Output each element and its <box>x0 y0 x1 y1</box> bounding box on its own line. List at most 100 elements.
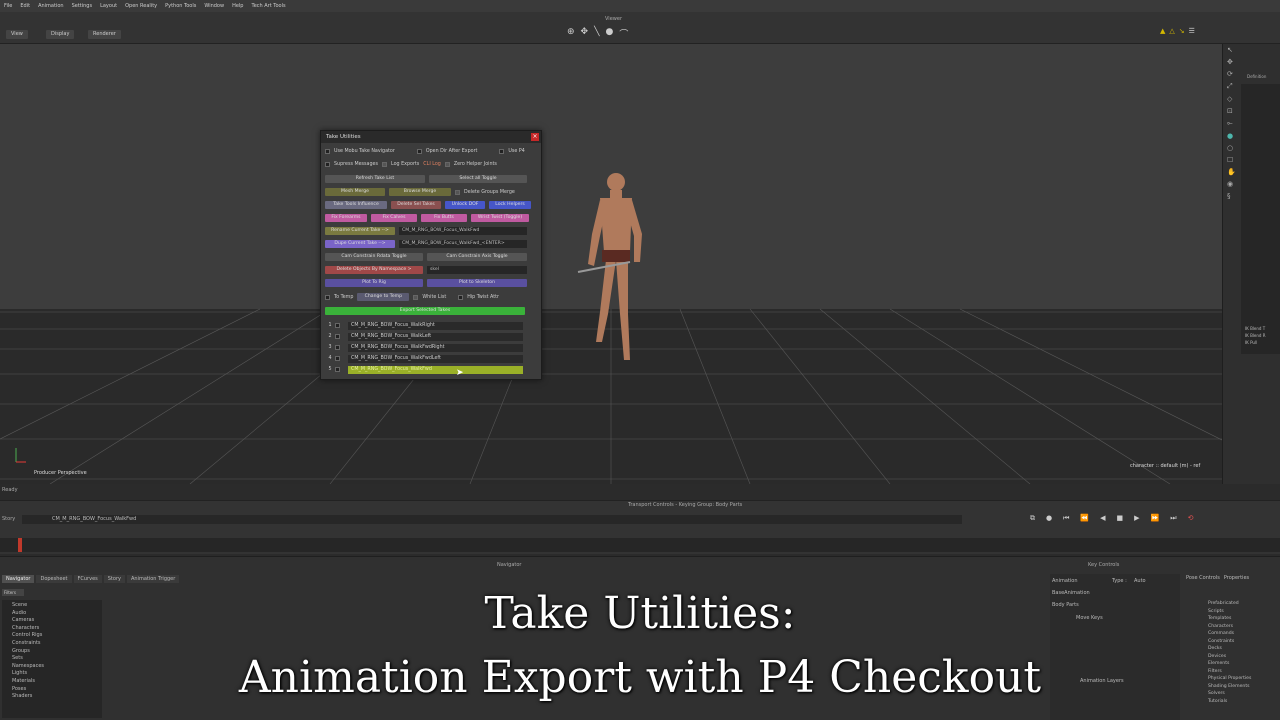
rotate-tool-icon[interactable]: ⊕ <box>567 27 575 40</box>
prev-frame-icon[interactable]: ◀ <box>1100 514 1105 523</box>
mesh-merge-button[interactable]: Mesh Merge <box>325 188 385 196</box>
hand-icon[interactable]: ✋ <box>1227 168 1236 176</box>
take-row[interactable]: 4 CM_M_RNG_BOW_Focus_WalkFwdLeft <box>325 353 539 364</box>
wrist-twist-toggle-button[interactable]: Wrist Twist (Toggle) <box>471 214 529 222</box>
use-p4-checkbox[interactable] <box>499 149 505 154</box>
loop-toggle-icon[interactable]: ⟲ <box>1188 514 1194 523</box>
take-name[interactable]: CM_M_RNG_BOW_Focus_WalkFwdLeft <box>348 354 523 363</box>
rename-take-field[interactable]: CM_M_RNG_BOW_Focus_WalkFwd <box>399 227 527 235</box>
prev-key-icon[interactable]: ⏪ <box>1080 514 1089 523</box>
delete-groups-checkbox[interactable] <box>455 189 460 195</box>
fix-butts-button[interactable]: Fix Butts <box>421 214 467 222</box>
take-name[interactable]: CM_M_RNG_BOW_Focus_WalkRight <box>348 321 523 330</box>
take-checkbox[interactable] <box>335 334 340 339</box>
3d-viewport[interactable]: Producer Perspective character :: defaul… <box>0 44 1222 484</box>
pivot-icon[interactable]: ◇ <box>1227 95 1236 103</box>
move-icon[interactable]: ✥ <box>1227 58 1236 66</box>
take-row[interactable]: 2 CM_M_RNG_BOW_Focus_WalkLeft <box>325 331 539 342</box>
rename-take-button[interactable]: Rename Current Take --> <box>325 227 395 235</box>
scale-icon[interactable]: ⤢ <box>1227 82 1236 91</box>
timeline-cursor[interactable] <box>18 538 22 552</box>
rotate-icon[interactable]: ⟳ <box>1227 70 1236 78</box>
take-checkbox[interactable] <box>335 323 340 328</box>
triangle-icon-2[interactable]: △ <box>1169 27 1174 35</box>
triangle-icon[interactable]: ▲ <box>1160 27 1165 35</box>
menu-python-tools[interactable]: Python Tools <box>165 0 196 12</box>
tab-pose-controls[interactable]: Pose Controls <box>1186 575 1220 581</box>
timeline-slider[interactable] <box>0 538 1280 552</box>
menu-edit[interactable]: Edit <box>20 0 30 12</box>
foot-icon[interactable]: ◉ <box>1227 180 1236 188</box>
renderer-button[interactable]: Renderer <box>88 30 121 39</box>
to-temp-checkbox[interactable] <box>325 294 330 300</box>
take-checkbox[interactable] <box>335 367 340 372</box>
menu-file[interactable]: File <box>4 0 12 12</box>
suppress-checkbox[interactable] <box>325 162 330 167</box>
log-exports-checkbox[interactable] <box>382 162 387 167</box>
effector-icon[interactable]: ○ <box>1227 144 1236 152</box>
next-key-icon[interactable]: ⏩ <box>1151 514 1160 523</box>
take-checkbox[interactable] <box>335 356 340 361</box>
select-icon[interactable]: ↖ <box>1227 46 1236 54</box>
hip-twist-checkbox[interactable] <box>458 294 464 300</box>
arrow-icon[interactable]: ↘ <box>1179 27 1185 35</box>
use-mobu-checkbox[interactable] <box>325 149 330 154</box>
menu-help[interactable]: Help <box>232 0 243 12</box>
menu-icon[interactable]: ☰ <box>1189 27 1195 35</box>
take-tools-influence-button[interactable]: Take Tools Influence <box>325 201 387 209</box>
character-controls-view[interactable] <box>1241 84 1280 354</box>
menu-open-reality[interactable]: Open Reality <box>125 0 157 12</box>
body-icon[interactable]: ☐ <box>1227 156 1236 164</box>
definition-tab[interactable]: Definition <box>1247 74 1266 79</box>
character-model[interactable] <box>572 164 652 374</box>
point-tool-icon[interactable]: ● <box>606 27 614 40</box>
lock-helpers-button[interactable]: Lock Helpers <box>489 201 531 209</box>
menu-settings[interactable]: Settings <box>72 0 93 12</box>
take-name[interactable]: CM_M_RNG_BOW_Focus_WalkFwd <box>348 365 523 374</box>
current-take-field[interactable]: CM_M_RNG_BOW_Focus_WalkFwd <box>22 515 962 524</box>
change-to-temp-button[interactable]: Change to Temp <box>357 293 410 301</box>
head-icon[interactable]: ● <box>1227 132 1236 140</box>
take-row[interactable]: 1 CM_M_RNG_BOW_Focus_WalkRight <box>325 320 539 331</box>
select-all-toggle-button[interactable]: Select all Toggle <box>429 175 527 183</box>
namespace-field[interactable]: skel <box>427 266 527 274</box>
take-checkbox[interactable] <box>335 345 340 350</box>
display-button[interactable]: Display <box>46 30 75 39</box>
zero-helper-checkbox[interactable] <box>444 162 450 167</box>
fix-calves-button[interactable]: Fix Calves <box>371 214 417 222</box>
dupe-take-field[interactable]: CM_M_RNG_BOW_Focus_WalkFwd_<ENTER> <box>399 240 527 248</box>
white-list-checkbox[interactable] <box>413 294 419 300</box>
menu-animation[interactable]: Animation <box>38 0 64 12</box>
plot-to-skeleton-button[interactable]: Plot to Skeleton <box>427 279 527 287</box>
cam-constrain-axis-button[interactable]: Cam Constrain Axis Toggle <box>427 253 527 261</box>
delete-objects-namespace-button[interactable]: Delete Objects By Namespace > <box>325 266 423 274</box>
menu-layout[interactable]: Layout <box>100 0 117 12</box>
menu-window[interactable]: Window <box>204 0 224 12</box>
delete-sel-takes-button[interactable]: Delete Sel Takes <box>391 201 441 209</box>
refresh-take-list-button[interactable]: Refresh Take List <box>325 175 425 183</box>
link-icon[interactable]: ⟜ <box>1227 119 1236 128</box>
stop-icon[interactable]: ■ <box>1117 514 1124 523</box>
take-row[interactable]: 3 CM_M_RNG_BOW_Focus_WalkFwdRight <box>325 342 539 353</box>
move-tool-icon[interactable]: ✥ <box>581 27 589 40</box>
fix-forearms-button[interactable]: Fix Forearms <box>325 214 367 222</box>
plot-to-rig-button[interactable]: Plot To Rig <box>325 279 423 287</box>
loop-icon[interactable]: ⧉ <box>1030 514 1035 523</box>
view-button[interactable]: View <box>6 30 28 39</box>
menu-tech-art-tools[interactable]: Tech Art Tools <box>251 0 285 12</box>
unlock-dof-button[interactable]: Unlock DOF <box>445 201 485 209</box>
spine-icon[interactable]: § <box>1227 192 1236 200</box>
go-end-icon[interactable]: ⏭ <box>1170 514 1176 523</box>
dialog-title[interactable]: Take Utilities <box>321 131 541 143</box>
close-icon[interactable]: × <box>531 133 539 141</box>
play-icon[interactable]: ▶ <box>1134 514 1139 523</box>
go-start-icon[interactable]: ⏮ <box>1063 514 1069 523</box>
record-icon[interactable]: ● <box>1046 514 1052 523</box>
export-selected-takes-button[interactable]: Export Selected Takes <box>325 307 525 315</box>
open-dir-checkbox[interactable] <box>416 149 422 154</box>
dupe-take-button[interactable]: Dupe Current Take --> <box>325 240 395 248</box>
tab-properties[interactable]: Properties <box>1224 575 1249 581</box>
browse-merge-button[interactable]: Browse Merge <box>389 188 451 196</box>
take-name[interactable]: CM_M_RNG_BOW_Focus_WalkLeft <box>348 332 523 341</box>
lock-icon[interactable]: ⊡ <box>1227 107 1236 115</box>
